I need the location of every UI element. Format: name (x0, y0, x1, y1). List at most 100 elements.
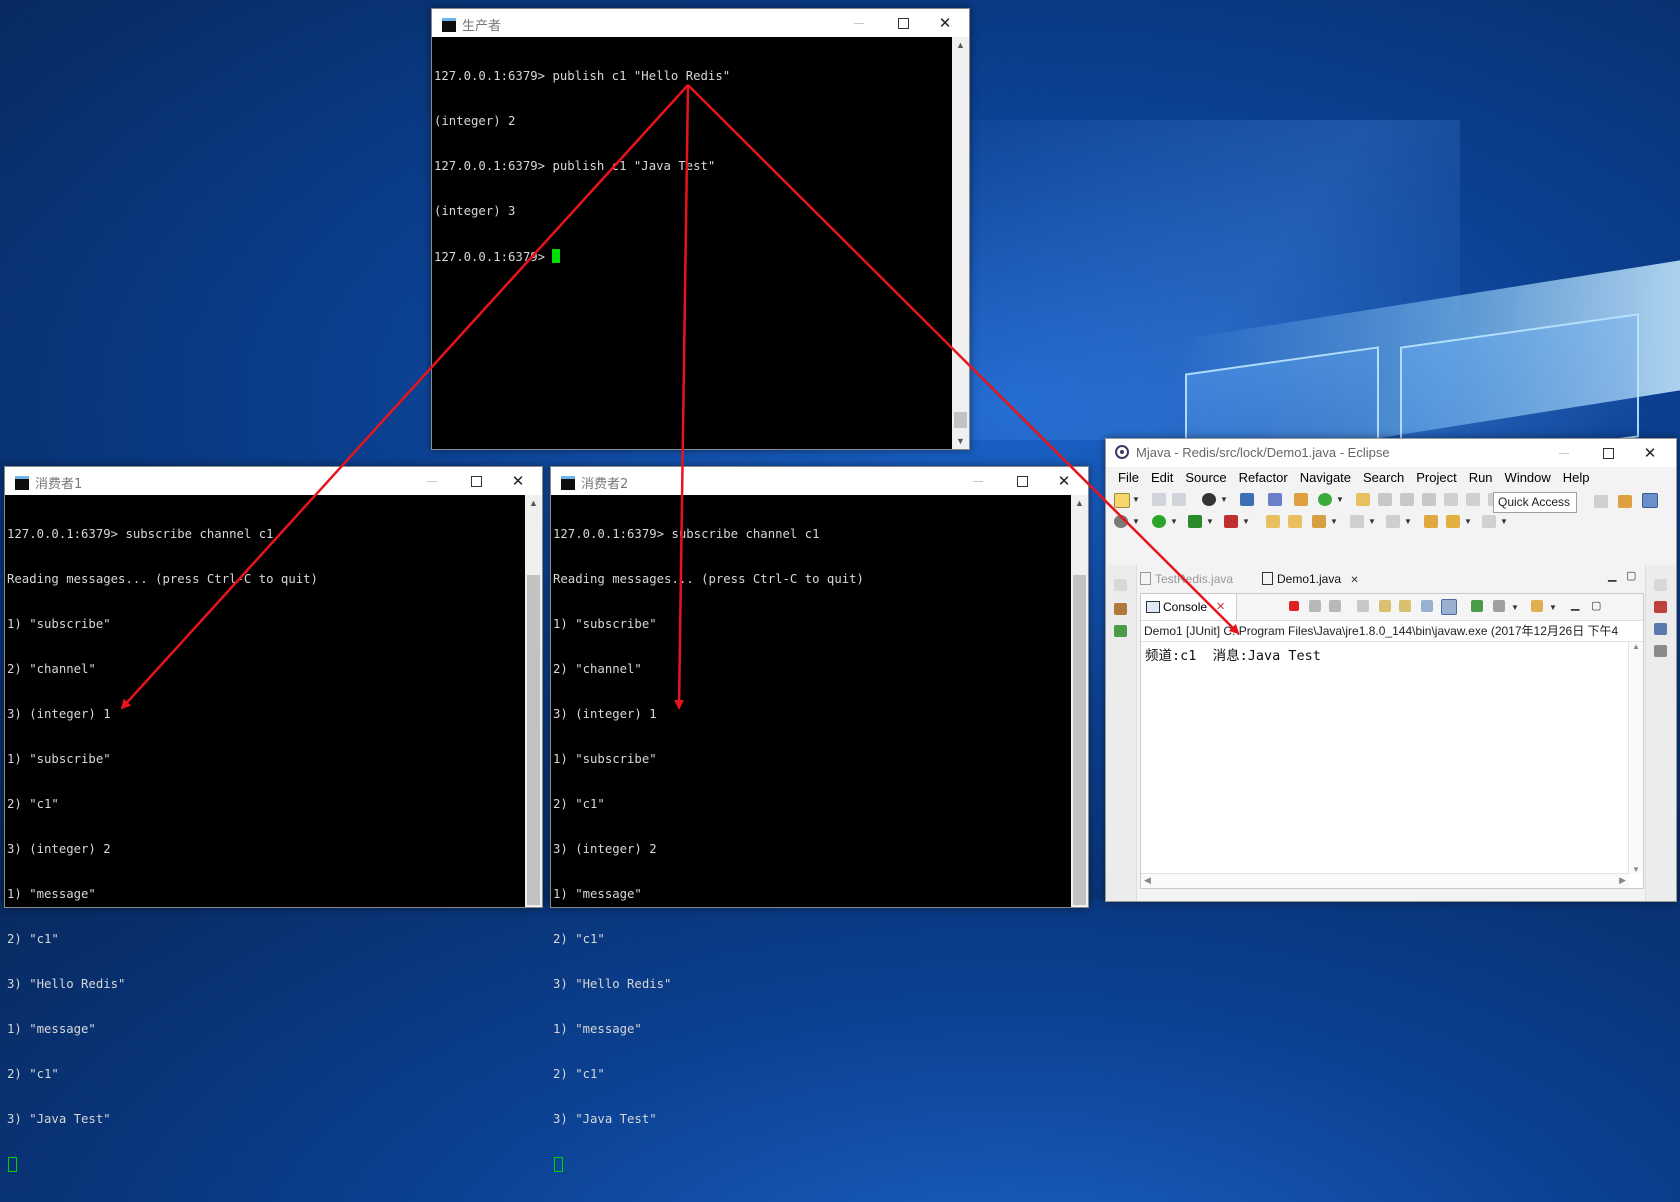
tab-testredis[interactable]: TestRedis.java (1140, 569, 1233, 589)
scroll-up-arrow-icon[interactable]: ▲ (1629, 642, 1643, 651)
close-icon[interactable]: ✕ (1216, 594, 1225, 620)
junit-icon[interactable] (1114, 625, 1127, 637)
pen-icon[interactable] (1378, 493, 1392, 506)
remove-launch-icon[interactable] (1309, 600, 1321, 612)
minimize-button[interactable] (410, 467, 454, 495)
close-icon[interactable]: ✕ (1350, 575, 1358, 586)
consumer2-title-bar[interactable]: 消费者2 ✕ (551, 467, 1088, 495)
menu-edit[interactable]: Edit (1145, 467, 1179, 489)
chevron-down-icon[interactable]: ▼ (1132, 495, 1140, 504)
eclipse-title-bar[interactable]: Mjava - Redis/src/lock/Demo1.java - Ecli… (1106, 439, 1676, 467)
profile-icon[interactable] (1202, 493, 1216, 506)
minimize-button[interactable] (837, 9, 881, 37)
consumer1-terminal[interactable]: 127.0.0.1:6379> subscribe channel c1 Rea… (5, 495, 542, 1172)
terminal-icon[interactable] (1240, 493, 1254, 506)
chevron-down-icon[interactable]: ▼ (1220, 495, 1228, 504)
restore-icon[interactable] (1654, 579, 1667, 591)
scrollbar-thumb[interactable] (527, 575, 540, 905)
bug-icon[interactable] (1114, 515, 1128, 528)
javadoc-icon[interactable] (1654, 623, 1667, 635)
remove-all-icon[interactable] (1329, 600, 1341, 612)
restore-icon[interactable] (1114, 579, 1127, 591)
save-icon[interactable] (1152, 493, 1166, 506)
vertical-scrollbar[interactable]: ▲ (525, 495, 542, 907)
minimize-button[interactable] (956, 467, 1000, 495)
chevron-down-icon[interactable]: ▼ (1336, 495, 1344, 504)
brush-icon[interactable] (1400, 493, 1414, 506)
back-arrow-icon[interactable] (1446, 515, 1460, 528)
display-console-icon[interactable] (1493, 600, 1505, 612)
consumer2-terminal[interactable]: 127.0.0.1:6379> subscribe channel c1 Rea… (551, 495, 1088, 1172)
chevron-down-icon[interactable]: ▼ (1500, 517, 1508, 526)
pin-console-icon[interactable] (1471, 600, 1483, 612)
maximize-button[interactable] (881, 9, 925, 37)
declaration-icon[interactable] (1654, 645, 1667, 657)
chevron-down-icon[interactable]: ▼ (1404, 517, 1412, 526)
external-tools-icon[interactable] (1224, 515, 1238, 528)
chevron-down-icon[interactable]: ▼ (1464, 517, 1472, 526)
new-icon[interactable] (1114, 493, 1130, 508)
open-type-icon[interactable] (1294, 493, 1308, 506)
save-all-icon[interactable] (1172, 493, 1186, 506)
consumer2-console-window[interactable]: 消费者2 ✕ 127.0.0.1:6379> subscribe channel… (550, 466, 1089, 1172)
scroll-down-arrow-icon[interactable]: ▼ (952, 433, 969, 449)
console-vertical-scrollbar[interactable]: ▲ ▼ (1628, 642, 1643, 874)
clipboard-icon[interactable] (1356, 493, 1370, 506)
minimize-view-icon[interactable]: ▁ (1608, 569, 1616, 582)
scroll-up-arrow-icon[interactable]: ▲ (525, 495, 542, 511)
menu-refactor[interactable]: Refactor (1233, 467, 1294, 489)
next-annotation-icon[interactable] (1350, 515, 1364, 528)
show-stderr-icon[interactable] (1441, 599, 1457, 615)
close-button[interactable]: ✕ (923, 9, 967, 37)
block-icon[interactable] (1444, 493, 1458, 506)
java-perspective-icon[interactable] (1642, 493, 1658, 508)
chevron-down-icon[interactable]: ▼ (1368, 517, 1376, 526)
producer-terminal[interactable]: 127.0.0.1:6379> publish c1 "Hello Redis"… (432, 37, 969, 449)
show-stdout-icon[interactable] (1421, 600, 1433, 612)
folder-icon[interactable] (1288, 515, 1302, 528)
menu-run[interactable]: Run (1463, 467, 1499, 489)
console-output[interactable]: 频道:c1 消息:Java Test (1141, 642, 1643, 664)
scroll-down-arrow-icon[interactable]: ▼ (1629, 865, 1643, 874)
chevron-down-icon[interactable]: ▼ (1511, 603, 1519, 612)
list-icon[interactable] (1466, 493, 1480, 506)
menu-navigate[interactable]: Navigate (1294, 467, 1357, 489)
forward-arrow-icon[interactable] (1482, 515, 1496, 528)
open-perspective-icon[interactable] (1594, 495, 1608, 508)
eclipse-window[interactable]: Mjava - Redis/src/lock/Demo1.java - Ecli… (1105, 438, 1677, 902)
minimize-view-icon[interactable]: ▁ (1571, 598, 1579, 611)
package-explorer-icon[interactable] (1114, 603, 1127, 615)
menu-help[interactable]: Help (1557, 467, 1596, 489)
close-button[interactable]: ✕ (1628, 439, 1672, 467)
menu-source[interactable]: Source (1179, 467, 1232, 489)
prev-annotation-icon[interactable] (1386, 515, 1400, 528)
link-icon[interactable] (1422, 493, 1436, 506)
maximize-view-icon[interactable]: ▢ (1591, 599, 1601, 612)
maximize-button[interactable] (454, 467, 498, 495)
scrollbar-thumb[interactable] (954, 412, 967, 428)
refresh-icon[interactable] (1318, 493, 1332, 506)
consumer1-console-window[interactable]: 消费者1 ✕ 127.0.0.1:6379> subscribe channel… (4, 466, 543, 1172)
coverage-icon[interactable] (1188, 515, 1202, 528)
tab-demo1[interactable]: Demo1.java ✕ (1262, 569, 1359, 589)
consumer1-title-bar[interactable]: 消费者1 ✕ (5, 467, 542, 495)
minimize-button[interactable] (1542, 439, 1586, 467)
run-icon[interactable] (1152, 515, 1166, 528)
word-wrap-icon[interactable] (1399, 600, 1411, 612)
quick-access-field[interactable]: Quick Access (1493, 492, 1577, 513)
maximize-view-icon[interactable]: ▢ (1626, 569, 1636, 582)
chevron-down-icon[interactable]: ▼ (1132, 517, 1140, 526)
chevron-down-icon[interactable]: ▼ (1206, 517, 1214, 526)
maximize-button[interactable] (1000, 467, 1044, 495)
menu-project[interactable]: Project (1410, 467, 1462, 489)
menu-search[interactable]: Search (1357, 467, 1410, 489)
tab-console[interactable]: Console ✕ (1141, 594, 1237, 620)
menu-window[interactable]: Window (1499, 467, 1557, 489)
chevron-down-icon[interactable]: ▼ (1242, 517, 1250, 526)
scroll-left-arrow-icon[interactable]: ◀ (1144, 875, 1151, 886)
scroll-lock-icon[interactable] (1379, 600, 1391, 612)
console-horizontal-scrollbar[interactable]: ◀ ▶ (1141, 873, 1629, 888)
scroll-up-arrow-icon[interactable]: ▲ (1071, 495, 1088, 511)
open-console-icon[interactable] (1531, 600, 1543, 612)
menu-file[interactable]: File (1112, 467, 1145, 489)
